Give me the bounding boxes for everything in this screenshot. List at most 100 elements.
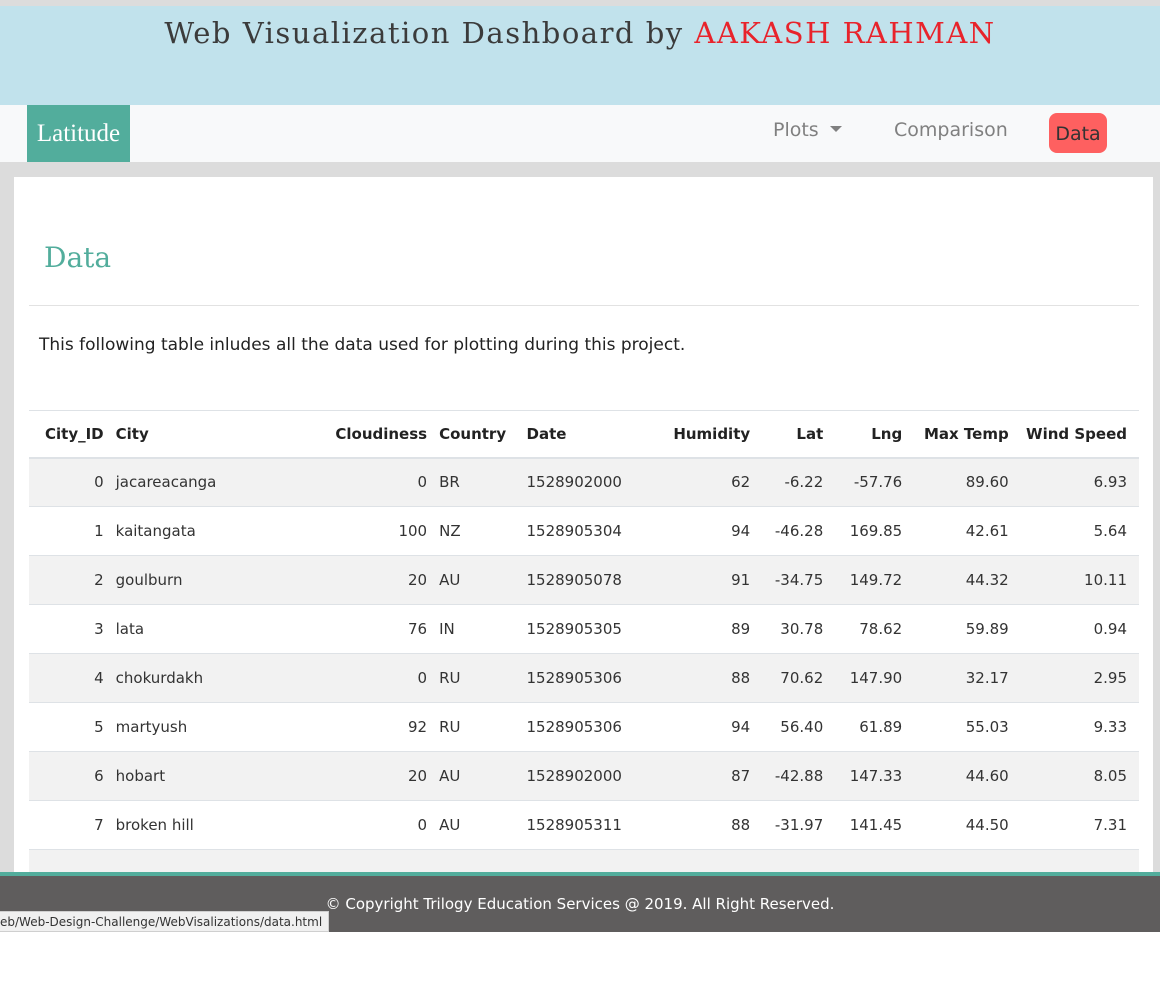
cell-max-temp: 44.60 [914, 751, 1021, 801]
cell-max-temp [914, 849, 1021, 872]
cell-lng: 61.89 [835, 702, 915, 752]
cell-city-id: 0 [29, 457, 116, 507]
cell-country: RU [439, 653, 527, 703]
cell-city-id: 2 [29, 555, 116, 605]
column-header-country[interactable]: Country [439, 410, 527, 459]
nav-plots-label: Plots [773, 119, 819, 141]
cell-wind-speed: 0.94 [1020, 604, 1139, 654]
cell-humidity: 94 [633, 702, 763, 752]
cell-lng: -57.76 [835, 457, 915, 507]
cell-max-temp: 42.61 [914, 506, 1021, 556]
cell-cloudiness: 92 [303, 702, 440, 752]
cell-lat: -42.88 [762, 751, 836, 801]
cell-humidity: 91 [633, 555, 763, 605]
banner-title: Web Visualization Dashboard by AAKASH RA… [0, 16, 1160, 50]
cell-wind-speed: 7.31 [1020, 800, 1139, 850]
nav-comparison-link[interactable]: Comparison [894, 119, 1008, 141]
cell-city-id: 6 [29, 751, 116, 801]
nav-plots-dropdown[interactable]: Plots [773, 119, 842, 141]
cell-date: 1528905306 [526, 653, 634, 703]
caret-down-icon [829, 126, 842, 132]
column-header-wind-speed[interactable]: Wind Speed [1020, 410, 1139, 459]
card-title: Data [44, 241, 112, 274]
column-header-cloudiness[interactable]: Cloudiness [303, 410, 440, 459]
cell-date: 1528905078 [526, 555, 634, 605]
table-row: 4 chokurdakh 0 RU 1528905306 88 70.62 14… [29, 653, 1139, 703]
table-body: 0 jacareacanga 0 BR 1528902000 62 -6.22 … [29, 457, 1139, 872]
cell-date: 1528905306 [526, 702, 634, 752]
cell-lng: 169.85 [835, 506, 915, 556]
cell-date: 1528902000 [526, 457, 634, 507]
cell-city-id: 3 [29, 604, 116, 654]
page-banner: Web Visualization Dashboard by AAKASH RA… [0, 6, 1160, 105]
cell-wind-speed: 10.11 [1020, 555, 1139, 605]
content-card: Data This following table inludes all th… [14, 177, 1153, 872]
cell-city: goulburn [115, 555, 304, 605]
cell-humidity [633, 849, 763, 872]
cell-lat: -6.22 [762, 457, 836, 507]
column-header-lat[interactable]: Lat [762, 410, 836, 459]
cell-lat: 70.62 [762, 653, 836, 703]
column-header-humidity[interactable]: Humidity [633, 410, 763, 459]
cell-date [526, 849, 634, 872]
cell-humidity: 88 [633, 800, 763, 850]
cell-city-id [29, 849, 116, 872]
column-header-city-id[interactable]: City_ID [29, 410, 116, 459]
cell-city: martyush [115, 702, 304, 752]
cell-cloudiness: 0 [303, 800, 440, 850]
cell-humidity: 87 [633, 751, 763, 801]
cell-max-temp: 59.89 [914, 604, 1021, 654]
cell-city-id: 5 [29, 702, 116, 752]
cell-lng: 149.72 [835, 555, 915, 605]
table-row: 7 broken hill 0 AU 1528905311 88 -31.97 … [29, 800, 1139, 850]
cell-humidity: 88 [633, 653, 763, 703]
cell-max-temp: 44.50 [914, 800, 1021, 850]
nav-data-link[interactable]: Data [1049, 113, 1107, 153]
cell-lat: 56.40 [762, 702, 836, 752]
cell-country: AU [439, 555, 527, 605]
table-row: 6 hobart 20 AU 1528902000 87 -42.88 147.… [29, 751, 1139, 801]
cell-country: RU [439, 702, 527, 752]
data-table: City_ID City Cloudiness Country Date Hum… [29, 410, 1139, 872]
cell-city: hobart [115, 751, 304, 801]
status-bar-url: eb/Web-Design-Challenge/WebVisalizations… [0, 915, 323, 929]
table-row: 2 goulburn 20 AU 1528905078 91 -34.75 14… [29, 555, 1139, 605]
cell-lng: 147.33 [835, 751, 915, 801]
cell-date: 1528905311 [526, 800, 634, 850]
divider [29, 305, 1139, 306]
column-header-city[interactable]: City [115, 410, 304, 459]
table-row: 5 martyush 92 RU 1528905306 94 56.40 61.… [29, 702, 1139, 752]
cell-wind-speed [1020, 849, 1139, 872]
cell-lng [835, 849, 915, 872]
cell-city-id: 1 [29, 506, 116, 556]
cell-max-temp: 44.32 [914, 555, 1021, 605]
browser-status-bar: eb/Web-Design-Challenge/WebVisalizations… [0, 911, 330, 932]
cell-city: kaitangata [115, 506, 304, 556]
cell-city: broken hill [115, 800, 304, 850]
cell-wind-speed: 6.93 [1020, 457, 1139, 507]
cell-max-temp: 89.60 [914, 457, 1021, 507]
cell-wind-speed: 2.95 [1020, 653, 1139, 703]
cell-cloudiness: 20 [303, 555, 440, 605]
cell-city [115, 849, 304, 872]
cell-lng: 78.62 [835, 604, 915, 654]
table-row: 3 lata 76 IN 1528905305 89 30.78 78.62 5… [29, 604, 1139, 654]
cell-city-id: 4 [29, 653, 116, 703]
cell-country: IN [439, 604, 527, 654]
column-header-date[interactable]: Date [526, 410, 634, 459]
navbar-brand[interactable]: Latitude [27, 105, 130, 162]
cell-date: 1528905305 [526, 604, 634, 654]
cell-humidity: 94 [633, 506, 763, 556]
column-header-lng[interactable]: Lng [835, 410, 915, 459]
column-header-max-temp[interactable]: Max Temp [914, 410, 1021, 459]
cell-country: NZ [439, 506, 527, 556]
cell-country: AU [439, 751, 527, 801]
cell-cloudiness: 76 [303, 604, 440, 654]
cell-lat: -31.97 [762, 800, 836, 850]
cell-date: 1528905304 [526, 506, 634, 556]
cell-humidity: 89 [633, 604, 763, 654]
cell-country: BR [439, 457, 527, 507]
cell-cloudiness: 100 [303, 506, 440, 556]
cell-lng: 141.45 [835, 800, 915, 850]
card-description: This following table inludes all the dat… [39, 335, 686, 355]
